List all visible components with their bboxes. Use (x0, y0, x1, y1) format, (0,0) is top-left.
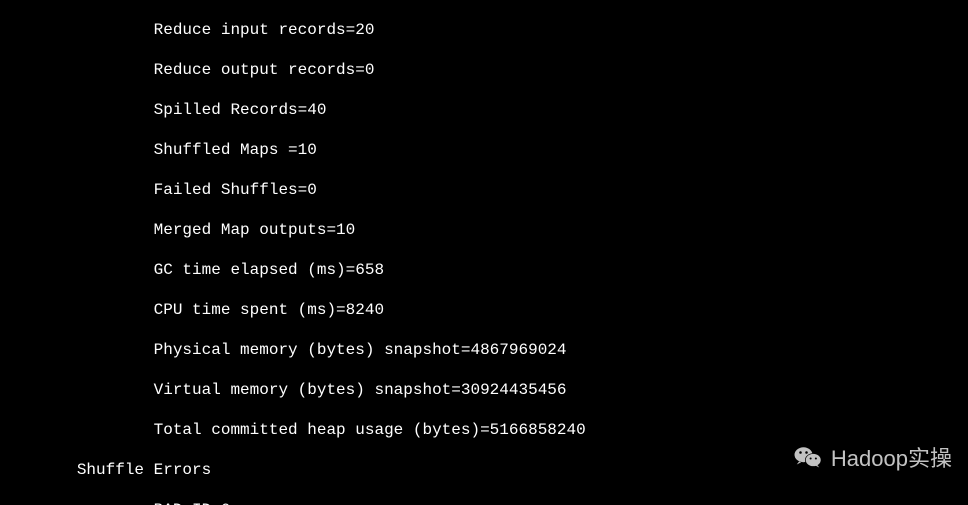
counter-line: Virtual memory (bytes) snapshot=30924435… (0, 380, 968, 400)
counter-line: GC time elapsed (ms)=658 (0, 260, 968, 280)
counter-line: Reduce output records=0 (0, 60, 968, 80)
counter-line: Reduce input records=20 (0, 20, 968, 40)
counter-line: Merged Map outputs=10 (0, 220, 968, 240)
counter-line: CPU time spent (ms)=8240 (0, 300, 968, 320)
counter-line: Physical memory (bytes) snapshot=4867969… (0, 340, 968, 360)
counter-line: Shuffled Maps =10 (0, 140, 968, 160)
group-header: Shuffle Errors (0, 460, 968, 480)
counter-line: Total committed heap usage (bytes)=51668… (0, 420, 968, 440)
counter-line: BAD_ID=0 (0, 500, 968, 505)
counter-line: Spilled Records=40 (0, 100, 968, 120)
terminal-output: Reduce input records=20 Reduce output re… (0, 0, 968, 505)
counter-line: Failed Shuffles=0 (0, 180, 968, 200)
